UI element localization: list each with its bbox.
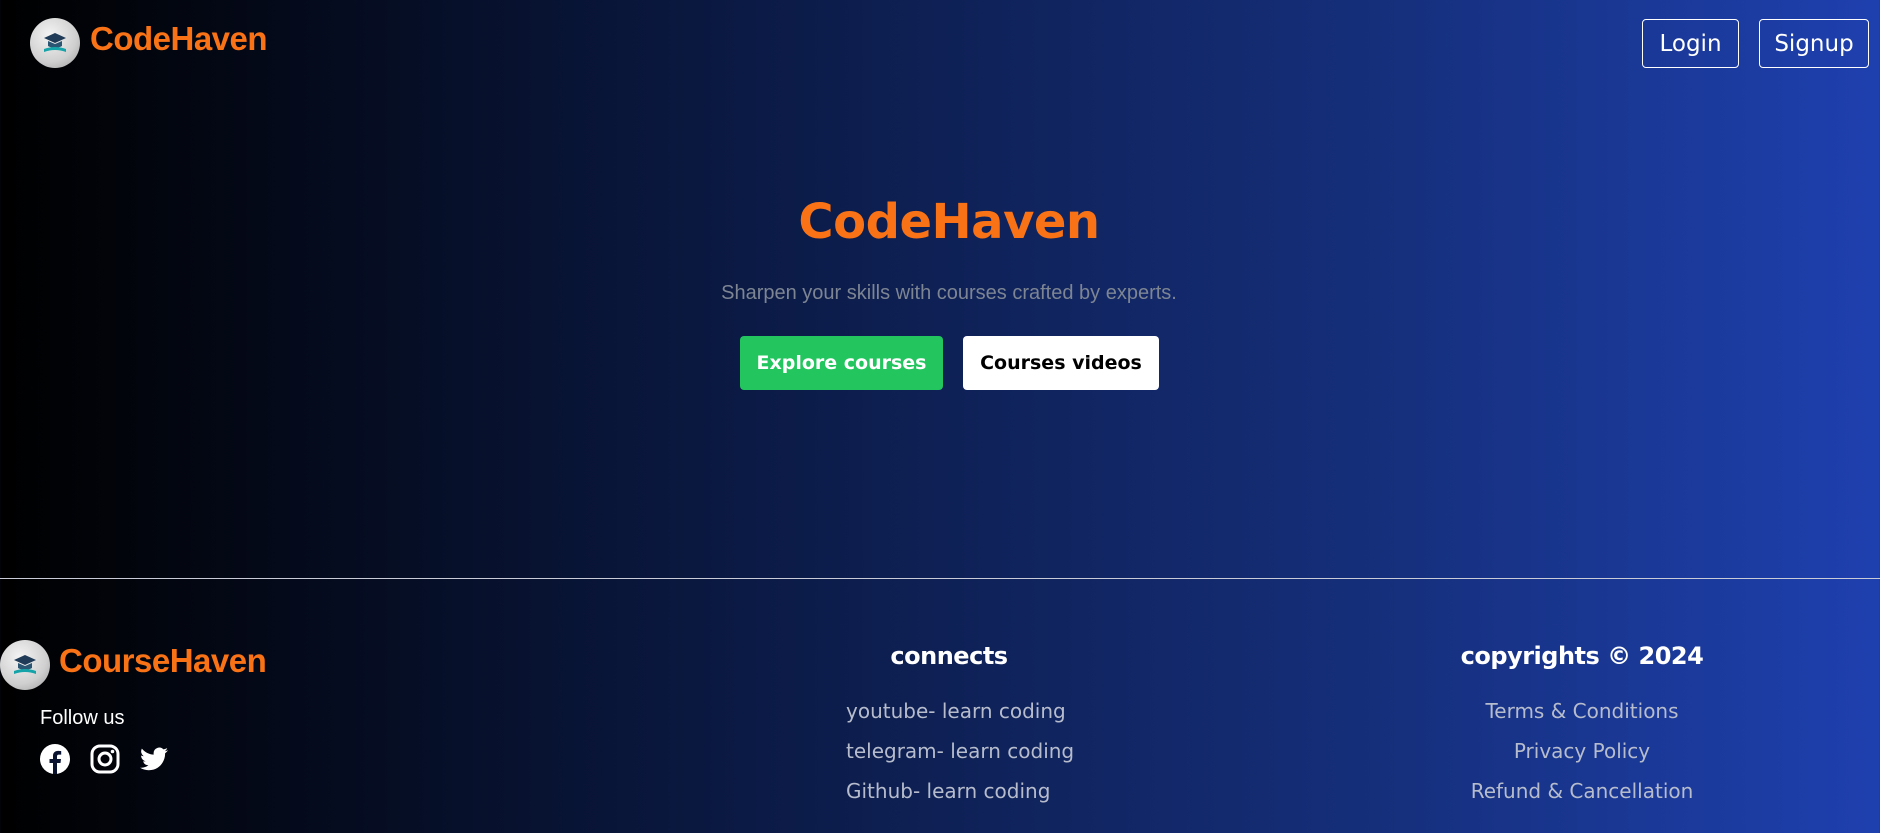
github-link[interactable]: Github- learn coding [846,779,1050,803]
instagram-icon[interactable] [89,743,121,775]
brand-name[interactable]: CodeHaven [90,20,268,58]
footer-logo-icon [0,640,50,690]
privacy-policy-link[interactable]: Privacy Policy [1432,739,1732,763]
logo-icon[interactable] [30,18,80,68]
courses-videos-button[interactable]: Courses videos [963,336,1159,390]
telegram-link[interactable]: telegram- learn coding [846,739,1074,763]
top-navbar: CodeHaven Login Signup [0,0,1880,88]
youtube-link[interactable]: youtube- learn coding [846,699,1066,723]
refund-link[interactable]: Refund & Cancellation [1432,779,1732,803]
explore-courses-button[interactable]: Explore courses [740,336,943,390]
follow-us-label: Follow us [40,707,125,729]
copyright-heading: copyrights © 2024 [1460,642,1704,670]
hero-title: CodeHaven [798,194,1100,250]
signup-button[interactable]: Signup [1759,19,1869,68]
footer-brand-name: CourseHaven [59,642,267,679]
terms-link[interactable]: Terms & Conditions [1432,699,1732,723]
footer-divider [0,578,1880,579]
twitter-icon[interactable] [138,743,170,775]
login-button[interactable]: Login [1642,19,1739,68]
facebook-icon[interactable] [39,743,71,775]
hero-subtitle: Sharpen your skills with courses crafted… [721,282,1177,304]
connects-heading: connects [890,642,1008,670]
